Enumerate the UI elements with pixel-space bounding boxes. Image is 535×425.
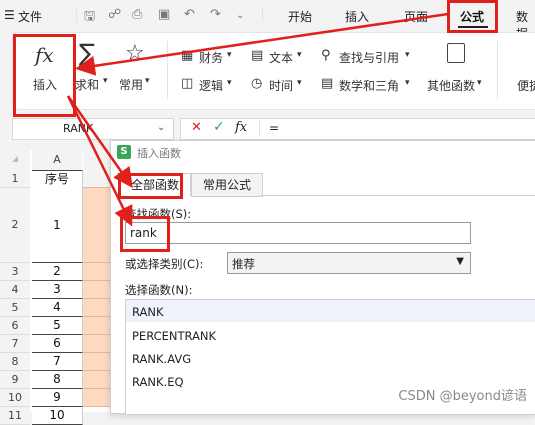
watermark-text: CSDN @beyond谚语: [398, 389, 527, 404]
arrow-formula-to-insert: [75, 12, 449, 76]
arrow-insert-to-tab: [66, 95, 133, 189]
annotation-arrows: [66, 12, 449, 227]
arrow-insert-to-search: [66, 95, 133, 227]
